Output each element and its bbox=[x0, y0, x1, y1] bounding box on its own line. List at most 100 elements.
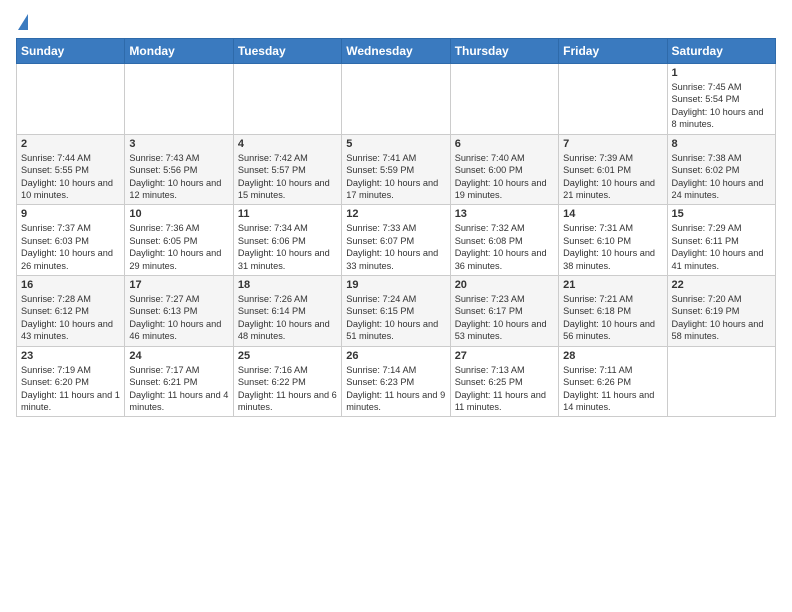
calendar-cell: 2 Sunrise: 7:44 AM Sunset: 5:55 PM Daylig… bbox=[17, 134, 125, 205]
day-number: 18 bbox=[238, 279, 337, 291]
calendar-cell: 11 Sunrise: 7:34 AM Sunset: 6:06 PM Dayli… bbox=[233, 205, 341, 276]
day-number: 21 bbox=[563, 279, 662, 291]
calendar-cell: 22Sunrise: 7:20 AM Sunset: 6:19 PM Dayli… bbox=[667, 276, 775, 347]
day-info: Sunrise: 7:17 AM Sunset: 6:21 PM Dayligh… bbox=[129, 364, 228, 414]
day-number: 20 bbox=[455, 279, 554, 291]
calendar-cell bbox=[450, 64, 558, 135]
calendar-cell: 9 Sunrise: 7:37 AM Sunset: 6:03 PM Daylig… bbox=[17, 205, 125, 276]
calendar-header-row: SundayMondayTuesdayWednesdayThursdayFrid… bbox=[17, 39, 776, 64]
day-number: 12 bbox=[346, 208, 445, 220]
calendar-cell: 7 Sunrise: 7:39 AM Sunset: 6:01 PM Daylig… bbox=[559, 134, 667, 205]
day-info: Sunrise: 7:13 AM Sunset: 6:25 PM Dayligh… bbox=[455, 364, 554, 414]
day-info: Sunrise: 7:38 AM Sunset: 6:02 PM Dayligh… bbox=[672, 152, 771, 202]
calendar-cell: 4 Sunrise: 7:42 AM Sunset: 5:57 PM Daylig… bbox=[233, 134, 341, 205]
calendar-cell bbox=[125, 64, 233, 135]
day-info: Sunrise: 7:34 AM Sunset: 6:06 PM Dayligh… bbox=[238, 222, 337, 272]
day-number: 27 bbox=[455, 350, 554, 362]
col-header-friday: Friday bbox=[559, 39, 667, 64]
day-info: Sunrise: 7:27 AM Sunset: 6:13 PM Dayligh… bbox=[129, 293, 228, 343]
day-number: 5 bbox=[346, 138, 445, 150]
day-number: 25 bbox=[238, 350, 337, 362]
calendar-cell: 10Sunrise: 7:36 AM Sunset: 6:05 PM Dayli… bbox=[125, 205, 233, 276]
calendar-cell: 1 Sunrise: 7:45 AM Sunset: 5:54 PM Daylig… bbox=[667, 64, 775, 135]
day-info: Sunrise: 7:16 AM Sunset: 6:22 PM Dayligh… bbox=[238, 364, 337, 414]
calendar-cell: 18 Sunrise: 7:26 AM Sunset: 6:14 PM Dayli… bbox=[233, 276, 341, 347]
day-info: Sunrise: 7:29 AM Sunset: 6:11 PM Dayligh… bbox=[672, 222, 771, 272]
day-info: Sunrise: 7:42 AM Sunset: 5:57 PM Dayligh… bbox=[238, 152, 337, 202]
col-header-thursday: Thursday bbox=[450, 39, 558, 64]
day-info: Sunrise: 7:14 AM Sunset: 6:23 PM Dayligh… bbox=[346, 364, 445, 414]
day-number: 26 bbox=[346, 350, 445, 362]
calendar-cell: 6 Sunrise: 7:40 AM Sunset: 6:00 PM Daylig… bbox=[450, 134, 558, 205]
day-number: 22 bbox=[672, 279, 771, 291]
col-header-monday: Monday bbox=[125, 39, 233, 64]
calendar-cell: 16Sunrise: 7:28 AM Sunset: 6:12 PM Dayli… bbox=[17, 276, 125, 347]
day-info: Sunrise: 7:39 AM Sunset: 6:01 PM Dayligh… bbox=[563, 152, 662, 202]
day-info: Sunrise: 7:26 AM Sunset: 6:14 PM Dayligh… bbox=[238, 293, 337, 343]
day-number: 15 bbox=[672, 208, 771, 220]
calendar-cell: 23 Sunrise: 7:19 AM Sunset: 6:20 PM Dayli… bbox=[17, 346, 125, 417]
calendar-cell: 5 Sunrise: 7:41 AM Sunset: 5:59 PM Daylig… bbox=[342, 134, 450, 205]
calendar-cell: 3 Sunrise: 7:43 AM Sunset: 5:56 PM Daylig… bbox=[125, 134, 233, 205]
day-number: 1 bbox=[672, 67, 771, 79]
day-number: 28 bbox=[563, 350, 662, 362]
day-info: Sunrise: 7:43 AM Sunset: 5:56 PM Dayligh… bbox=[129, 152, 228, 202]
calendar-cell: 17Sunrise: 7:27 AM Sunset: 6:13 PM Dayli… bbox=[125, 276, 233, 347]
day-info: Sunrise: 7:37 AM Sunset: 6:03 PM Dayligh… bbox=[21, 222, 120, 272]
day-info: Sunrise: 7:23 AM Sunset: 6:17 PM Dayligh… bbox=[455, 293, 554, 343]
week-row-4: 16Sunrise: 7:28 AM Sunset: 6:12 PM Dayli… bbox=[17, 276, 776, 347]
calendar-table: SundayMondayTuesdayWednesdayThursdayFrid… bbox=[16, 38, 776, 417]
day-number: 9 bbox=[21, 208, 120, 220]
calendar-cell: 28 Sunrise: 7:11 AM Sunset: 6:26 PM Dayli… bbox=[559, 346, 667, 417]
day-info: Sunrise: 7:21 AM Sunset: 6:18 PM Dayligh… bbox=[563, 293, 662, 343]
day-info: Sunrise: 7:11 AM Sunset: 6:26 PM Dayligh… bbox=[563, 364, 662, 414]
calendar-cell: 24 Sunrise: 7:17 AM Sunset: 6:21 PM Dayli… bbox=[125, 346, 233, 417]
week-row-3: 9 Sunrise: 7:37 AM Sunset: 6:03 PM Daylig… bbox=[17, 205, 776, 276]
calendar-cell bbox=[559, 64, 667, 135]
logo bbox=[16, 16, 28, 30]
day-number: 7 bbox=[563, 138, 662, 150]
calendar-cell: 27 Sunrise: 7:13 AM Sunset: 6:25 PM Dayli… bbox=[450, 346, 558, 417]
col-header-wednesday: Wednesday bbox=[342, 39, 450, 64]
calendar-cell: 21 Sunrise: 7:21 AM Sunset: 6:18 PM Dayli… bbox=[559, 276, 667, 347]
calendar-cell: 8Sunrise: 7:38 AM Sunset: 6:02 PM Daylig… bbox=[667, 134, 775, 205]
calendar-cell bbox=[342, 64, 450, 135]
day-number: 4 bbox=[238, 138, 337, 150]
calendar-cell bbox=[233, 64, 341, 135]
calendar-cell: 15 Sunrise: 7:29 AM Sunset: 6:11 PM Dayli… bbox=[667, 205, 775, 276]
day-info: Sunrise: 7:32 AM Sunset: 6:08 PM Dayligh… bbox=[455, 222, 554, 272]
day-number: 3 bbox=[129, 138, 228, 150]
logo-triangle-icon bbox=[18, 14, 28, 30]
col-header-saturday: Saturday bbox=[667, 39, 775, 64]
day-number: 6 bbox=[455, 138, 554, 150]
day-number: 19 bbox=[346, 279, 445, 291]
calendar-cell: 20 Sunrise: 7:23 AM Sunset: 6:17 PM Dayli… bbox=[450, 276, 558, 347]
day-number: 2 bbox=[21, 138, 120, 150]
day-info: Sunrise: 7:45 AM Sunset: 5:54 PM Dayligh… bbox=[672, 81, 771, 131]
day-info: Sunrise: 7:41 AM Sunset: 5:59 PM Dayligh… bbox=[346, 152, 445, 202]
day-info: Sunrise: 7:44 AM Sunset: 5:55 PM Dayligh… bbox=[21, 152, 120, 202]
calendar-cell: 14Sunrise: 7:31 AM Sunset: 6:10 PM Dayli… bbox=[559, 205, 667, 276]
col-header-sunday: Sunday bbox=[17, 39, 125, 64]
col-header-tuesday: Tuesday bbox=[233, 39, 341, 64]
calendar-cell: 26 Sunrise: 7:14 AM Sunset: 6:23 PM Dayli… bbox=[342, 346, 450, 417]
calendar-cell: 25 Sunrise: 7:16 AM Sunset: 6:22 PM Dayli… bbox=[233, 346, 341, 417]
day-number: 24 bbox=[129, 350, 228, 362]
day-info: Sunrise: 7:19 AM Sunset: 6:20 PM Dayligh… bbox=[21, 364, 120, 414]
week-row-1: 1 Sunrise: 7:45 AM Sunset: 5:54 PM Daylig… bbox=[17, 64, 776, 135]
day-number: 13 bbox=[455, 208, 554, 220]
calendar-cell: 13 Sunrise: 7:32 AM Sunset: 6:08 PM Dayli… bbox=[450, 205, 558, 276]
week-row-2: 2 Sunrise: 7:44 AM Sunset: 5:55 PM Daylig… bbox=[17, 134, 776, 205]
calendar-cell: 12Sunrise: 7:33 AM Sunset: 6:07 PM Dayli… bbox=[342, 205, 450, 276]
day-number: 10 bbox=[129, 208, 228, 220]
calendar-cell: 19 Sunrise: 7:24 AM Sunset: 6:15 PM Dayli… bbox=[342, 276, 450, 347]
day-number: 23 bbox=[21, 350, 120, 362]
day-info: Sunrise: 7:40 AM Sunset: 6:00 PM Dayligh… bbox=[455, 152, 554, 202]
calendar-cell bbox=[667, 346, 775, 417]
day-info: Sunrise: 7:24 AM Sunset: 6:15 PM Dayligh… bbox=[346, 293, 445, 343]
week-row-5: 23 Sunrise: 7:19 AM Sunset: 6:20 PM Dayli… bbox=[17, 346, 776, 417]
page: SundayMondayTuesdayWednesdayThursdayFrid… bbox=[0, 0, 792, 427]
day-number: 16 bbox=[21, 279, 120, 291]
day-number: 11 bbox=[238, 208, 337, 220]
header bbox=[16, 16, 776, 30]
